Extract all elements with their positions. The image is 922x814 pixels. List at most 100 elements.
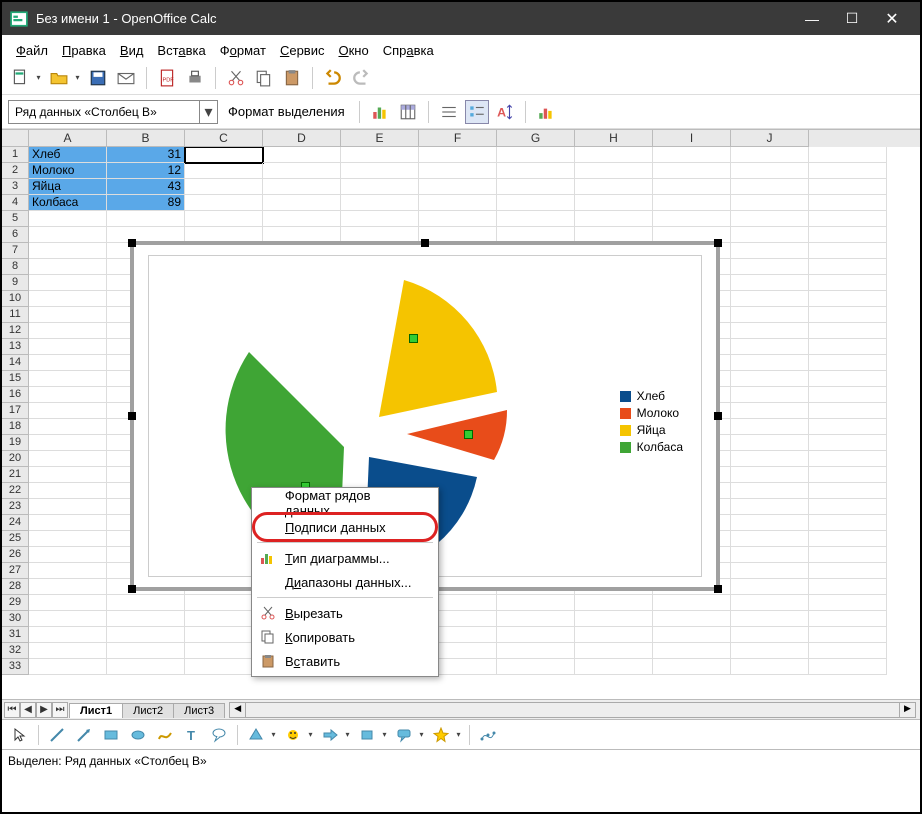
cell[interactable]: Хлеб — [29, 147, 107, 163]
cell[interactable] — [29, 371, 107, 387]
cell[interactable] — [809, 387, 887, 403]
cell[interactable] — [575, 163, 653, 179]
cell[interactable]: 43 — [107, 179, 185, 195]
row-header[interactable]: 27 — [2, 563, 29, 579]
maximize-button[interactable]: ☐ — [832, 2, 872, 35]
chart-type-button[interactable] — [368, 100, 392, 124]
cell[interactable] — [29, 451, 107, 467]
row-header[interactable]: 30 — [2, 611, 29, 627]
cell[interactable] — [341, 147, 419, 163]
sheet-tab[interactable]: Лист3 — [173, 703, 225, 718]
row-header[interactable]: 24 — [2, 515, 29, 531]
cell[interactable] — [653, 659, 731, 675]
cell[interactable] — [29, 643, 107, 659]
row-header[interactable]: 18 — [2, 419, 29, 435]
cell[interactable] — [653, 147, 731, 163]
row-header[interactable]: 21 — [2, 467, 29, 483]
cell[interactable] — [809, 275, 887, 291]
cell[interactable] — [575, 627, 653, 643]
open-dropdown[interactable]: ▾ — [73, 73, 82, 82]
row-header[interactable]: 15 — [2, 371, 29, 387]
cell[interactable] — [29, 259, 107, 275]
cell[interactable] — [419, 195, 497, 211]
cell[interactable] — [731, 275, 809, 291]
cell[interactable] — [731, 195, 809, 211]
sheet-area[interactable]: 1Хлеб312Молоко123Яйца434Колбаса895678910… — [2, 147, 920, 699]
cell[interactable] — [731, 595, 809, 611]
cell[interactable] — [497, 643, 575, 659]
cell[interactable] — [29, 627, 107, 643]
resize-handle[interactable] — [128, 412, 136, 420]
sheet-tab[interactable]: Лист1 — [69, 703, 123, 718]
pie-slice-yellow[interactable] — [379, 280, 497, 417]
copy-button[interactable] — [252, 66, 276, 90]
cell[interactable] — [263, 179, 341, 195]
cell[interactable] — [497, 211, 575, 227]
row-header[interactable]: 25 — [2, 531, 29, 547]
cell[interactable] — [419, 179, 497, 195]
cell[interactable] — [29, 291, 107, 307]
cell[interactable] — [809, 371, 887, 387]
scale-text-button[interactable]: A — [493, 100, 517, 124]
cell[interactable] — [419, 163, 497, 179]
cell[interactable] — [731, 563, 809, 579]
menu-help[interactable]: Справка — [377, 41, 440, 60]
cell[interactable] — [809, 355, 887, 371]
cell[interactable] — [809, 595, 887, 611]
row-header[interactable]: 29 — [2, 595, 29, 611]
cell[interactable] — [653, 627, 731, 643]
menu-insert[interactable]: Вставка — [151, 41, 211, 60]
arrows-dd[interactable]: ▾ — [343, 730, 352, 739]
cell[interactable] — [731, 163, 809, 179]
cell[interactable] — [809, 467, 887, 483]
cell[interactable] — [809, 403, 887, 419]
cell[interactable] — [731, 419, 809, 435]
cell[interactable] — [107, 659, 185, 675]
cell[interactable] — [809, 323, 887, 339]
cell[interactable] — [731, 515, 809, 531]
col-header[interactable]: H — [575, 130, 653, 147]
cell[interactable] — [809, 163, 887, 179]
cell[interactable] — [731, 339, 809, 355]
row-header[interactable]: 16 — [2, 387, 29, 403]
stars-dd[interactable]: ▾ — [454, 730, 463, 739]
cell[interactable] — [497, 595, 575, 611]
cell[interactable] — [185, 179, 263, 195]
col-header[interactable]: D — [263, 130, 341, 147]
cell[interactable] — [731, 259, 809, 275]
cell[interactable] — [809, 547, 887, 563]
cell[interactable]: 89 — [107, 195, 185, 211]
col-header[interactable]: F — [419, 130, 497, 147]
tab-nav-next[interactable]: ▶ — [36, 702, 52, 718]
cell[interactable] — [29, 211, 107, 227]
freeform-tool[interactable] — [153, 723, 177, 747]
cell[interactable] — [731, 243, 809, 259]
resize-handle[interactable] — [714, 585, 722, 593]
row-header[interactable]: 6 — [2, 227, 29, 243]
row-header[interactable]: 8 — [2, 259, 29, 275]
cell[interactable]: Колбаса — [29, 195, 107, 211]
chart-legend[interactable]: Хлеб Молоко Яйца Колбаса — [620, 386, 683, 457]
row-header[interactable]: 5 — [2, 211, 29, 227]
cell[interactable]: Яйца — [29, 179, 107, 195]
cell[interactable] — [29, 339, 107, 355]
cell[interactable] — [731, 547, 809, 563]
menu-view[interactable]: Вид — [114, 41, 150, 60]
row-header[interactable]: 9 — [2, 275, 29, 291]
cell[interactable]: Молоко — [29, 163, 107, 179]
cell[interactable]: 12 — [107, 163, 185, 179]
cell[interactable] — [575, 659, 653, 675]
cell[interactable] — [809, 611, 887, 627]
cell[interactable] — [731, 499, 809, 515]
cell[interactable] — [731, 627, 809, 643]
name-box-caret-icon[interactable]: ▾ — [199, 101, 217, 123]
ctx-chart-type[interactable]: Тип диаграммы... — [255, 546, 435, 570]
series-handle[interactable] — [409, 334, 418, 343]
col-header[interactable]: J — [731, 130, 809, 147]
row-header[interactable]: 2 — [2, 163, 29, 179]
cell[interactable] — [731, 355, 809, 371]
cell[interactable] — [809, 339, 887, 355]
row-header[interactable]: 4 — [2, 195, 29, 211]
row-header[interactable]: 12 — [2, 323, 29, 339]
col-header[interactable]: A — [29, 130, 107, 147]
